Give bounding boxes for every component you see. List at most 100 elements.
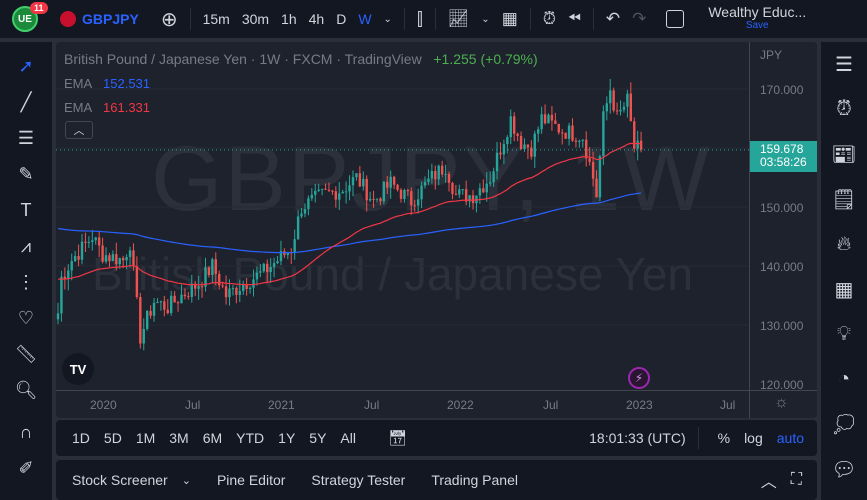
interval-4h[interactable]: 4h bbox=[303, 11, 331, 27]
candle-body bbox=[372, 198, 375, 200]
range-All[interactable]: All bbox=[333, 430, 363, 446]
lock-drawing-icon[interactable]: ✐ bbox=[0, 450, 52, 486]
interval-D[interactable]: D bbox=[330, 11, 352, 27]
candle-body bbox=[125, 256, 128, 261]
ema-fast-legend[interactable]: EMA 161.331 bbox=[64, 100, 150, 115]
candle-body bbox=[550, 114, 554, 121]
interval-1h[interactable]: 1h bbox=[275, 11, 303, 27]
candle-body bbox=[242, 284, 245, 291]
pattern-icon[interactable]: ⩘ bbox=[0, 228, 52, 264]
text-icon[interactable]: T bbox=[0, 192, 52, 228]
ema-slow-value: 152.531 bbox=[103, 76, 151, 91]
compare-add-icon[interactable]: ⊕ bbox=[155, 7, 184, 32]
indicators-icon[interactable]: 📈︎ bbox=[442, 9, 476, 29]
time-axis[interactable]: 2020 Jul 2021 Jul 2022 Jul 2023 Jul ☼ bbox=[56, 390, 817, 418]
chats-icon[interactable]: 💬︎ bbox=[821, 447, 867, 492]
range-1Y[interactable]: 1Y bbox=[271, 430, 302, 446]
news-icon[interactable]: 📰︎ bbox=[821, 132, 867, 177]
candle-body bbox=[585, 139, 588, 159]
candle-body bbox=[348, 185, 351, 192]
tab-trading-panel[interactable]: Trading Panel bbox=[424, 472, 525, 488]
chart-settings-gear-icon[interactable]: ☼ bbox=[774, 394, 789, 412]
legend-change: +1.255 (+0.79%) bbox=[433, 51, 538, 67]
calendar-list-icon[interactable]: 🗒︎ bbox=[821, 177, 867, 222]
calendar-icon[interactable]: ▦ bbox=[821, 267, 867, 312]
symbol-search[interactable]: GBPJPY bbox=[76, 11, 145, 27]
logo-avatar[interactable]: UE 11 bbox=[12, 2, 48, 32]
candle-body bbox=[629, 93, 633, 122]
chat-cloud-icon[interactable]: 💭︎ bbox=[821, 402, 867, 447]
tab-strategy-tester[interactable]: Strategy Tester bbox=[304, 472, 412, 488]
candle-body bbox=[118, 258, 121, 265]
interval-15m[interactable]: 15m bbox=[197, 11, 236, 27]
candle-body bbox=[581, 139, 584, 141]
ruler-icon[interactable]: 📏︎ bbox=[0, 336, 52, 372]
range-5D[interactable]: 5D bbox=[97, 430, 129, 446]
undo-icon[interactable]: ↶ bbox=[600, 9, 626, 29]
alert-clock-icon[interactable]: ⏰︎ bbox=[537, 9, 562, 29]
candle-body bbox=[67, 270, 70, 279]
account-save[interactable]: Wealthy Educ... Save bbox=[708, 5, 806, 32]
tab-stock-screener[interactable]: Stock Screener bbox=[65, 472, 175, 488]
magnet-icon[interactable]: ∩ bbox=[0, 414, 52, 450]
candle-body bbox=[427, 178, 430, 182]
candle-body bbox=[180, 294, 183, 304]
lightning-event-icon[interactable]: ⚡︎ bbox=[628, 367, 650, 389]
range-YTD[interactable]: YTD bbox=[229, 430, 271, 446]
ema-slow-legend[interactable]: EMA 152.531 bbox=[64, 76, 150, 91]
fullscreen-checkbox-icon[interactable] bbox=[666, 10, 685, 28]
candle-body bbox=[495, 152, 499, 172]
brush-icon[interactable]: ✎ bbox=[0, 156, 52, 192]
interval-W[interactable]: W bbox=[352, 11, 377, 27]
candles-chart-type-icon[interactable]: ⫿ bbox=[411, 9, 429, 30]
top-toolbar: UE 11 GBPJPY ⊕ 15m 30m 1h 4h D W ⌄ ⫿ 📈︎ ⌄… bbox=[0, 0, 867, 38]
range-5Y[interactable]: 5Y bbox=[302, 430, 333, 446]
interval-30m[interactable]: 30m bbox=[236, 11, 275, 27]
range-3M[interactable]: 3M bbox=[162, 430, 195, 446]
replay-icon[interactable]: ⏪︎ bbox=[562, 10, 587, 28]
range-6M[interactable]: 6M bbox=[196, 430, 229, 446]
expand-panel-chevron-up-icon[interactable]: ︿ bbox=[754, 468, 784, 492]
watchlist-icon[interactable]: ☰ bbox=[821, 42, 867, 87]
candle-body bbox=[101, 245, 104, 262]
maximize-panel-icon[interactable]: ⛶ bbox=[784, 471, 809, 489]
candle-body bbox=[420, 185, 423, 200]
alarm-clock-icon[interactable]: ⏰︎ bbox=[821, 87, 867, 132]
candle-body bbox=[461, 189, 464, 191]
fib-lines-icon[interactable]: ☰ bbox=[0, 120, 52, 156]
time-label: 2020 bbox=[90, 398, 117, 412]
zoom-in-icon[interactable]: 🔍︎ bbox=[0, 372, 52, 408]
range-1M[interactable]: 1M bbox=[129, 430, 162, 446]
collapse-legend-button[interactable]: ︿ bbox=[65, 121, 93, 139]
candle-body bbox=[149, 311, 152, 316]
candle-body bbox=[334, 191, 338, 200]
candle-body bbox=[396, 184, 399, 190]
screener-chevron-down-icon[interactable]: ⌄ bbox=[175, 474, 198, 487]
candle-body bbox=[77, 256, 80, 260]
indicators-chevron-down-icon[interactable]: ⌄ bbox=[475, 14, 495, 25]
currency-selector[interactable]: JPY bbox=[760, 48, 782, 62]
favorites-heart-icon[interactable]: ♡ bbox=[0, 300, 52, 336]
utc-clock[interactable]: 18:01:33 (UTC) bbox=[589, 430, 685, 446]
prediction-icon[interactable]: ⋮ bbox=[0, 264, 52, 300]
percent-scale-toggle[interactable]: % bbox=[711, 430, 737, 446]
notifications-icon[interactable]: ◔ bbox=[821, 357, 867, 402]
auto-scale-toggle[interactable]: auto bbox=[770, 430, 811, 446]
cursor-icon[interactable]: ➚ bbox=[0, 48, 52, 84]
ideas-lightbulb-icon[interactable]: 💡︎ bbox=[821, 312, 867, 357]
hotlist-fire-icon[interactable]: 🔥︎ bbox=[821, 222, 867, 267]
redo-icon[interactable]: ↷ bbox=[626, 9, 652, 29]
range-1D[interactable]: 1D bbox=[65, 430, 97, 446]
save-button[interactable]: Save bbox=[708, 19, 806, 32]
candle-body bbox=[355, 173, 358, 178]
interval-chevron-down-icon[interactable]: ⌄ bbox=[378, 14, 398, 25]
price-axis[interactable]: JPY 170.000 150.000 140.000 130.000 120.… bbox=[749, 42, 817, 418]
tab-pine-editor[interactable]: Pine Editor bbox=[210, 472, 292, 488]
layouts-grid-icon[interactable]: ▦ bbox=[496, 9, 524, 29]
trend-line-icon[interactable]: ╱ bbox=[0, 84, 52, 120]
log-scale-toggle[interactable]: log bbox=[737, 430, 770, 446]
candle-body bbox=[488, 182, 492, 184]
go-to-date-icon[interactable]: 📅︎ bbox=[381, 429, 414, 447]
chart-pane[interactable]: GBPJPY, 1W British Pound / Japanese Yen … bbox=[56, 42, 817, 418]
tradingview-logo[interactable]: TV bbox=[62, 353, 94, 385]
